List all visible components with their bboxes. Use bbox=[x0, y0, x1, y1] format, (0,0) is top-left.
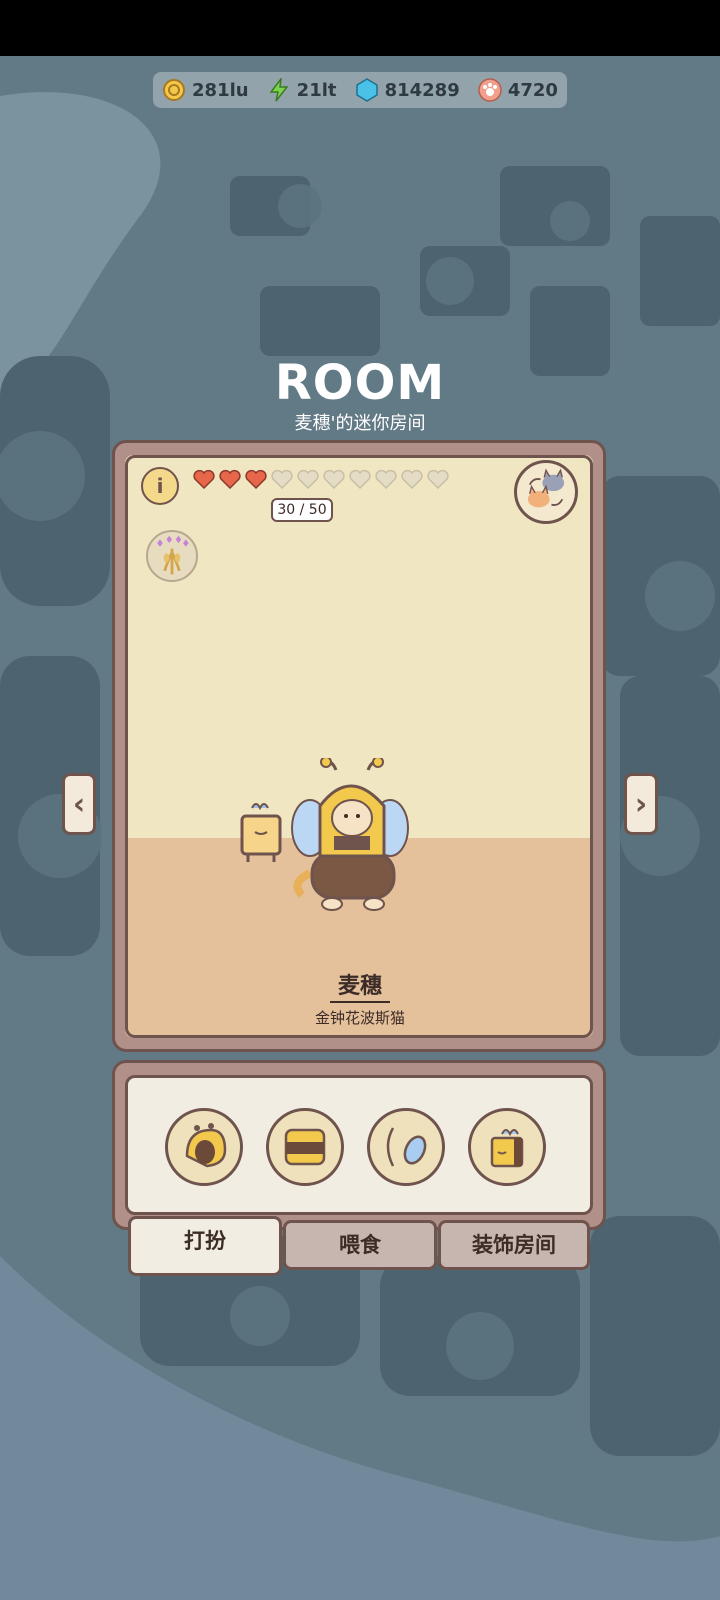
affection-count: 30 / 50 bbox=[271, 498, 333, 522]
heart-empty-icon bbox=[375, 469, 397, 489]
tab-dress-up[interactable]: 打扮 bbox=[128, 1216, 282, 1276]
bee-box-pet-icon bbox=[490, 1129, 524, 1168]
prev-cat-button[interactable]: ‹ bbox=[62, 773, 96, 835]
bee-wings-icon bbox=[386, 1127, 427, 1167]
pet-name: 麦穗 bbox=[337, 974, 382, 999]
coin-icon bbox=[163, 79, 186, 101]
tab-feed[interactable]: 喂食 bbox=[283, 1220, 437, 1270]
energy-bolt-icon bbox=[269, 78, 289, 102]
gem-icon bbox=[355, 78, 378, 102]
outfit-item-bee-hood[interactable] bbox=[165, 1108, 243, 1186]
heart-empty-icon bbox=[271, 469, 293, 489]
coin-counter: 281lu bbox=[162, 78, 249, 102]
gem-amount: 814289 bbox=[384, 79, 460, 101]
heart-filled-icon bbox=[219, 469, 241, 489]
outfit-item-bee-wings[interactable] bbox=[367, 1108, 445, 1186]
heart-empty-icon bbox=[349, 469, 371, 489]
status-bar bbox=[0, 0, 720, 56]
energy-counter: 21lt bbox=[267, 78, 337, 102]
energy-amount: 21lt bbox=[296, 79, 337, 101]
heart-empty-icon bbox=[297, 469, 319, 489]
paw-token-counter: 4720 bbox=[478, 78, 558, 102]
heart-filled-icon bbox=[245, 469, 267, 489]
heart-filled-icon bbox=[193, 469, 215, 489]
gem-counter: 814289 bbox=[355, 78, 460, 102]
currency-bar: 281lu 21lt 814289 4720 bbox=[153, 72, 567, 108]
heart-empty-icon bbox=[427, 469, 449, 489]
heart-empty-icon bbox=[401, 469, 423, 489]
bee-body-icon bbox=[284, 1128, 326, 1166]
room-title: ROOM bbox=[274, 355, 446, 411]
affection-hearts bbox=[193, 469, 449, 489]
cat-character[interactable] bbox=[240, 758, 430, 928]
pet-breed: 金钟花波斯猫 bbox=[314, 1009, 405, 1027]
chevron-left-icon: ‹ bbox=[72, 786, 86, 822]
info-button[interactable]: i bbox=[141, 467, 179, 505]
outfit-item-bee-box-pet[interactable] bbox=[468, 1108, 546, 1186]
paw-token-icon bbox=[478, 78, 502, 102]
pet-name-underline bbox=[330, 1001, 390, 1003]
outfit-item-bee-body[interactable] bbox=[266, 1108, 344, 1186]
switch-cat-button[interactable] bbox=[514, 460, 578, 524]
room-subtitle: 麦穗'的迷你房间 bbox=[294, 413, 426, 434]
info-icon: i bbox=[156, 474, 164, 498]
switch-cat-icon bbox=[527, 468, 565, 508]
bee-hood-icon bbox=[185, 1123, 227, 1168]
wheat-icon bbox=[157, 535, 189, 575]
coin-amount: 281lu bbox=[192, 79, 249, 101]
wheat-badge[interactable] bbox=[146, 530, 198, 582]
tab-decorate-room[interactable]: 装饰房间 bbox=[438, 1220, 590, 1270]
heart-empty-icon bbox=[323, 469, 345, 489]
chevron-right-icon: › bbox=[634, 786, 648, 822]
next-cat-button[interactable]: › bbox=[624, 773, 658, 835]
paw-token-amount: 4720 bbox=[507, 79, 558, 101]
